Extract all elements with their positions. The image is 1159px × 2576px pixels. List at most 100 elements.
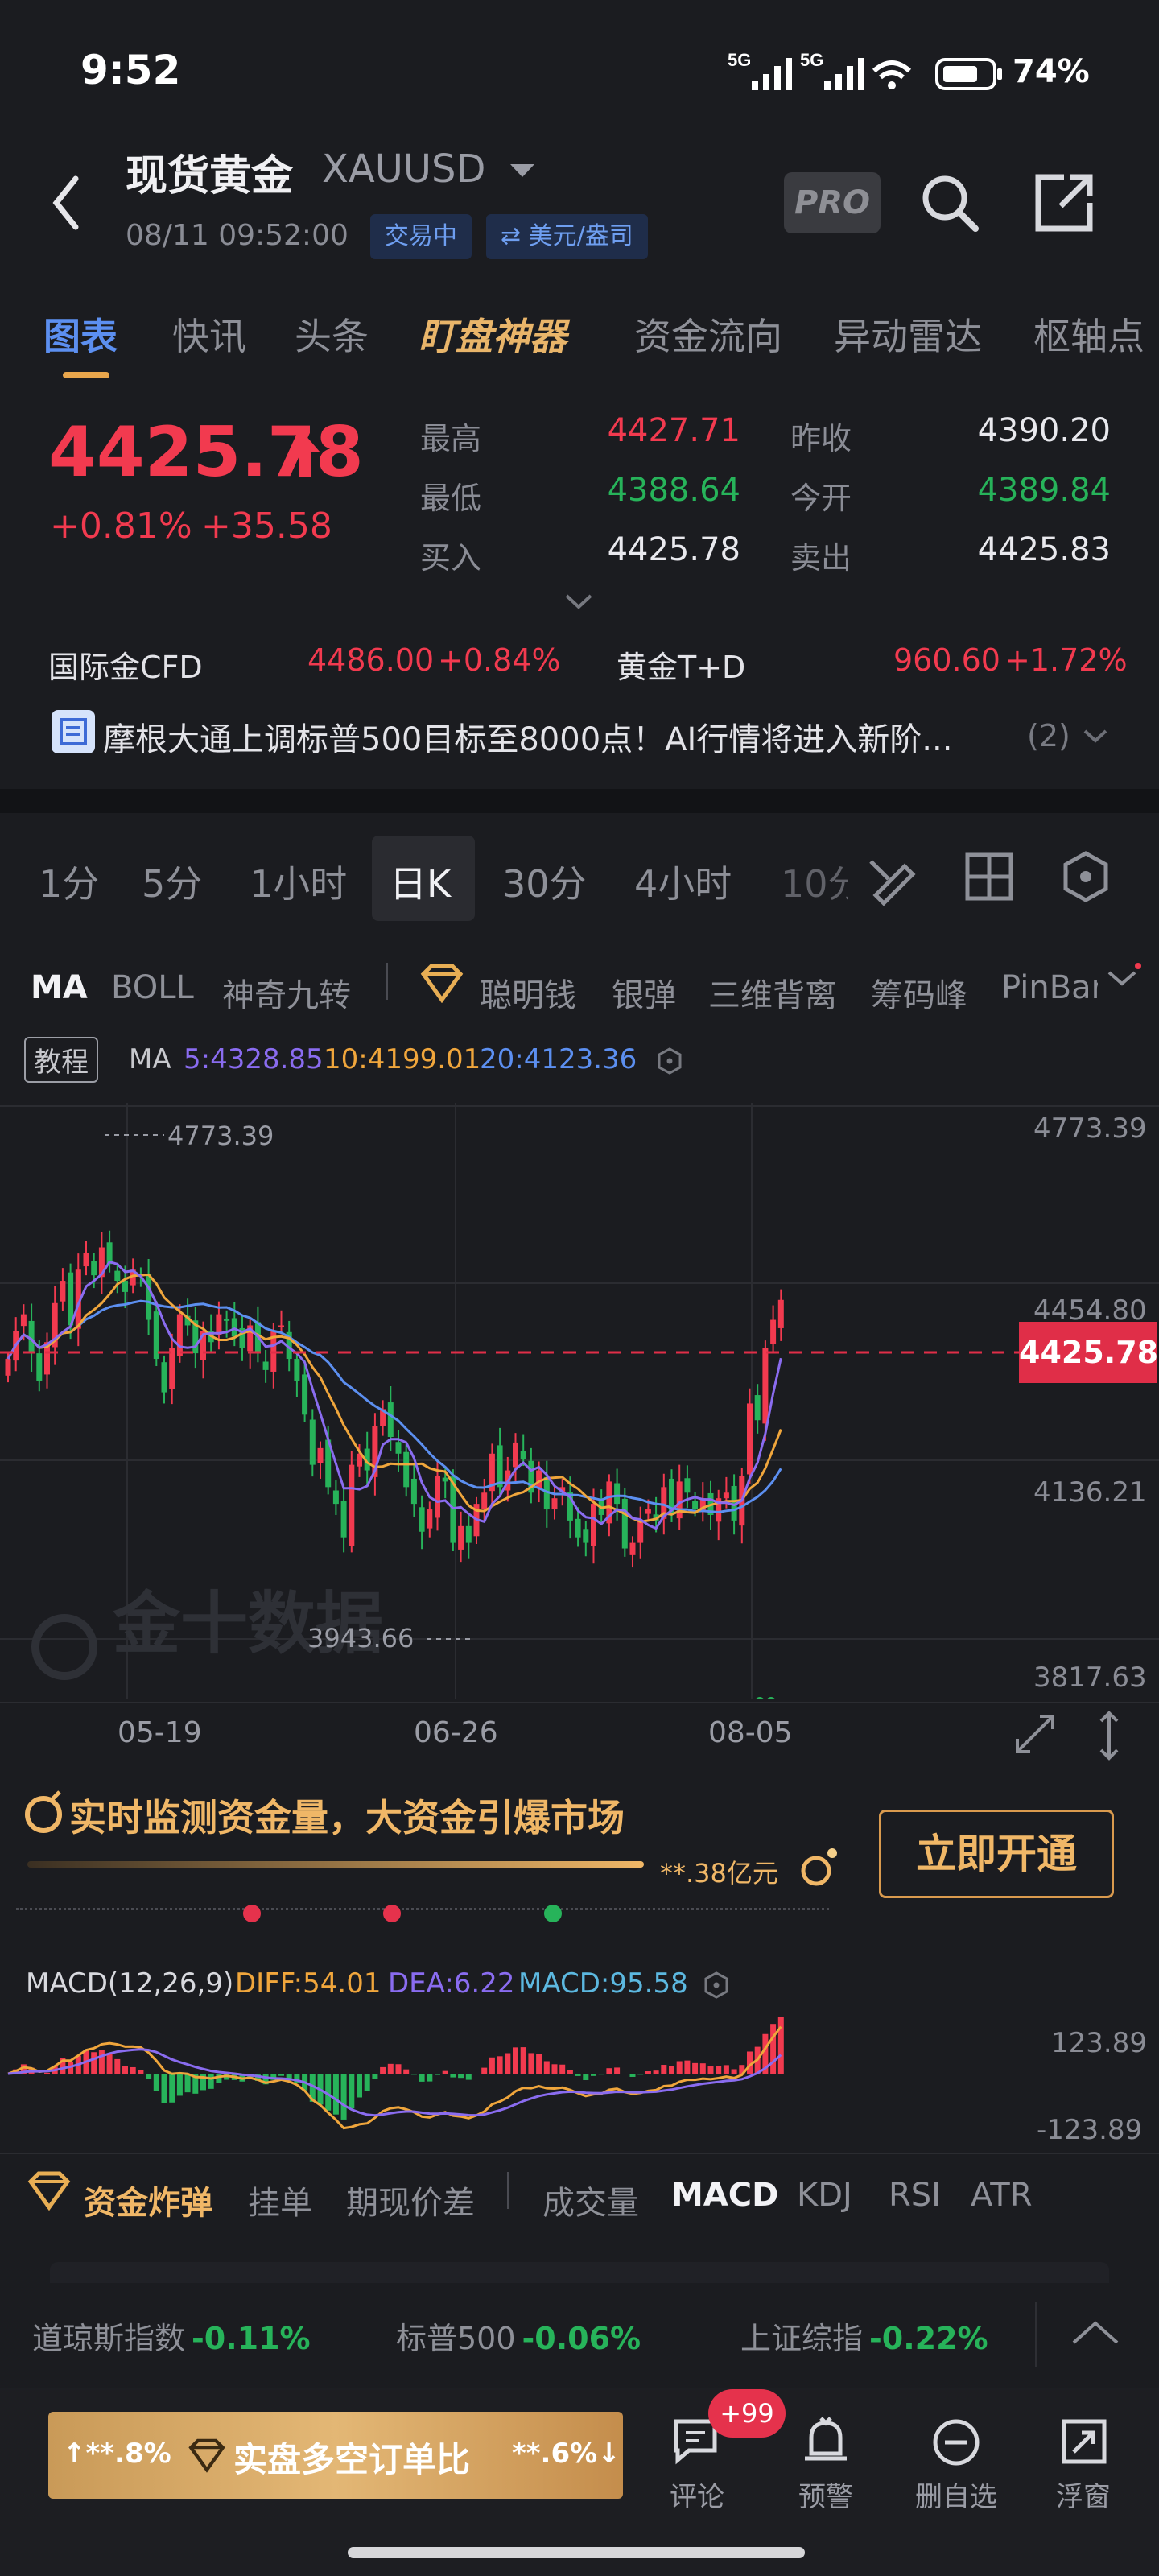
chevron-down-icon[interactable] (509, 163, 536, 182)
macd-histogram-bar (176, 2074, 183, 2096)
float-window-icon[interactable] (1059, 2417, 1109, 2470)
related-name-cfd[interactable]: 国际金CFD (48, 642, 203, 687)
indicator-td9[interactable]: 神奇九转 (222, 969, 351, 1016)
alert-bell-icon[interactable] (800, 2413, 852, 2470)
x-tick-2: 06-26 (414, 1716, 498, 1749)
news-count[interactable]: (2) (1027, 718, 1070, 753)
share-icon[interactable] (1032, 171, 1096, 238)
macd-y-top: 123.89 (1051, 2027, 1147, 2059)
ma-settings-icon[interactable] (655, 1046, 684, 1079)
macd-histogram-bar (583, 2074, 589, 2080)
period-1h[interactable]: 1小时 (250, 855, 347, 908)
candle-body (551, 1498, 558, 1510)
period-5m[interactable]: 5分 (142, 855, 202, 908)
related-price-cfd: 4486.00 (307, 642, 435, 678)
quote-datetime: 08/11 09:52:00 (126, 219, 349, 252)
remove-watchlist-icon[interactable] (930, 2417, 982, 2471)
period-1m[interactable]: 1分 (39, 855, 99, 908)
bottom-tab-rsi[interactable]: RSI (889, 2177, 941, 2214)
settings-hexagon-icon[interactable] (1058, 848, 1114, 908)
bottom-tab-macd[interactable]: MACD (671, 2177, 778, 2214)
candle-body (614, 1483, 621, 1505)
candlestick-chart[interactable]: 金十数据 4773.39 3943.66 (0, 1103, 1159, 1699)
tab-flash[interactable]: 快讯 (172, 308, 246, 361)
grid-layout-icon[interactable] (963, 850, 1016, 906)
macd-settings-icon[interactable] (702, 1971, 731, 2003)
bottom-tab-volume[interactable]: 成交量 (542, 2177, 639, 2223)
candle-body (349, 1464, 355, 1546)
indicator-silver-bullet[interactable]: 银弹 (612, 969, 676, 1016)
draw-tool-icon[interactable] (864, 850, 921, 910)
tab-anomaly-radar[interactable]: 异动雷达 (834, 308, 982, 361)
period-daily[interactable]: 日K (390, 855, 451, 908)
back-icon[interactable] (50, 174, 82, 235)
symbol-selector[interactable]: XAUUSD (322, 147, 485, 192)
candle-body (176, 1314, 183, 1356)
macd-diff: DIFF:54.01 (235, 1967, 382, 2000)
candle-body (637, 1520, 644, 1543)
divider (1035, 2302, 1037, 2367)
candle-body (442, 1477, 448, 1482)
nav-float-window-label[interactable]: 浮窗 (1035, 2475, 1132, 2514)
tutorial-tag[interactable]: 教程 (24, 1037, 98, 1083)
indicator-more-icon[interactable] (1103, 963, 1143, 998)
bid-value: 4425.78 (607, 531, 740, 568)
macd-histogram-bar (497, 2056, 503, 2074)
tab-chart[interactable]: 图表 (43, 308, 118, 361)
nav-remove-watchlist-label[interactable]: 删自选 (908, 2475, 1004, 2514)
indicator-boll[interactable]: BOLL (111, 969, 194, 1006)
candle-body (5, 1359, 11, 1376)
promo-title[interactable]: 实时监测资金量，大资金引爆市场 (69, 1789, 625, 1842)
macd-histogram-bar (380, 2066, 386, 2074)
pro-badge[interactable]: PRO (784, 172, 881, 233)
home-indicator[interactable] (348, 2547, 805, 2558)
currency-chip[interactable]: ⇄ 美元/盎司 (486, 214, 648, 259)
related-name-td[interactable]: 黄金T+D (617, 642, 745, 687)
candle-body (410, 1478, 417, 1505)
bottom-tab-fund-bomb[interactable]: 资金炸弹 (84, 2177, 212, 2223)
trading-status-chip: 交易中 (370, 214, 472, 259)
indicator-chip-peak[interactable]: 筹码峰 (871, 969, 967, 1016)
comment-count-badge: +99 (708, 2389, 786, 2438)
candle-body (520, 1451, 526, 1459)
fullscreen-icon[interactable] (1013, 1711, 1058, 1760)
bottom-tab-kdj[interactable]: KDJ (797, 2177, 852, 2214)
vertical-resize-icon[interactable] (1093, 1710, 1125, 1765)
bottom-tab-orders[interactable]: 挂单 (248, 2177, 312, 2223)
nav-alert-label[interactable]: 预警 (777, 2475, 874, 2514)
macd-histogram-bar (349, 2074, 355, 2109)
macd-value: MACD:95.58 (518, 1967, 688, 2000)
promo-dotted-line (16, 1908, 829, 1910)
expand-chevron-icon[interactable] (565, 594, 592, 613)
bottom-tab-atr[interactable]: ATR (971, 2177, 1032, 2214)
tab-fund-flow[interactable]: 资金流向 (634, 308, 782, 361)
high-value: 4427.71 (607, 412, 740, 449)
nav-comment-label[interactable]: 评论 (649, 2475, 745, 2514)
tab-monitor[interactable]: 盯盘神器 (419, 308, 567, 361)
indicator-pinbar[interactable]: PinBar (1001, 969, 1098, 1006)
period-4h[interactable]: 4小时 (634, 855, 732, 908)
period-10m[interactable]: 10分 (781, 855, 848, 908)
tab-pivot[interactable]: 枢轴点 (1033, 308, 1145, 361)
indicator-ma[interactable]: MA (31, 969, 88, 1006)
tab-headlines[interactable]: 头条 (295, 308, 369, 361)
diamond-icon (187, 2438, 227, 2476)
indicator-smart-money[interactable]: 聪明钱 (480, 969, 576, 1016)
period-30m[interactable]: 30分 (502, 855, 587, 908)
activate-button[interactable]: 立即开通 (879, 1810, 1114, 1898)
chevron-up-icon[interactable] (1070, 2318, 1120, 2349)
news-chevron-icon[interactable] (1083, 729, 1107, 747)
index-dow[interactable]: 道琼斯指数 -0.11% (32, 2314, 311, 2358)
candle-body (645, 1509, 651, 1514)
indicator-3d-divergence[interactable]: 三维背离 (708, 969, 837, 1016)
svg-text:5G: 5G (728, 50, 751, 70)
macd-histogram-bar (146, 2074, 152, 2079)
index-shanghai[interactable]: 上证综指 -0.22% (740, 2314, 988, 2358)
candle-body (278, 1325, 284, 1327)
related-price-td: 960.60 (893, 642, 1000, 678)
bottom-tab-basis[interactable]: 期现价差 (346, 2177, 475, 2223)
search-icon[interactable] (918, 171, 982, 238)
index-sp500[interactable]: 标普500 -0.06% (396, 2314, 641, 2358)
news-headline[interactable]: 摩根大通上调标普500目标至8000点！AI行情将进入新阶... (103, 713, 988, 760)
low-label: 最低 (420, 481, 482, 516)
